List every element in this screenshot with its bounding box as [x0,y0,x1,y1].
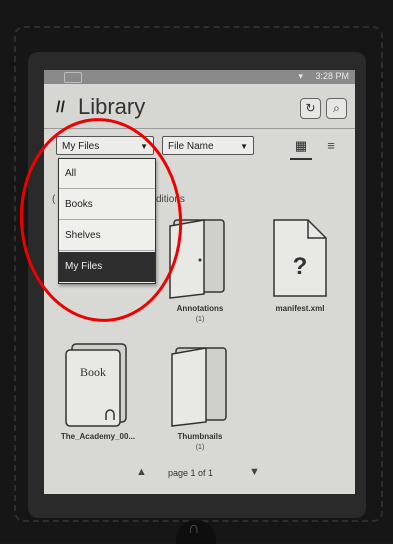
menu-item-my-files[interactable]: My Files [59,252,155,282]
battery-icon [64,72,82,83]
file-item-label: The_Academy_00... [60,432,136,441]
page-title: Library [78,94,146,119]
refresh-button[interactable]: ↻ [300,98,321,119]
e-reader-screen: ▾ 3:28 PM // Library ↻ ⌕ My Files ▼ File… [44,70,355,494]
partially-hidden-text: ( [52,194,56,205]
status-bar: ▾ 3:28 PM [44,70,355,84]
filter-dropdown[interactable]: My Files ▼ [56,136,154,155]
search-icon: ⌕ [333,101,340,115]
wifi-icon: ▾ [298,71,303,81]
file-item-label: Thumbnails [177,432,223,441]
question-mark-glyph: ? [293,253,308,280]
home-icon: ∩ [188,520,200,537]
status-time: 3:28 PM [315,71,349,81]
refresh-icon: ↻ [305,101,316,115]
folder-icon [171,347,227,427]
search-button[interactable]: ⌕ [326,98,347,119]
page-up-icon[interactable]: ▲ [136,466,147,478]
file-item-count: (1) [195,444,205,451]
book-icon: Book [65,343,127,427]
library-logo-icon: // [56,99,65,116]
page-indicator: page 1 of 1 [168,468,214,478]
page-down-icon[interactable]: ▼ [249,466,260,478]
partially-hidden-text: ditions [156,194,185,205]
chevron-down-icon: ▼ [140,142,148,151]
unknown-file-icon: ? [273,219,327,297]
menu-item-books[interactable]: Books [59,190,155,220]
folder-icon [169,219,225,299]
library-toolbar: My Files ▼ File Name ▼ ▦ ≡ [44,128,355,162]
filter-dropdown-menu: All Books Shelves My Files [58,158,156,284]
book-cover-title: Book [80,365,106,379]
grid-view-button[interactable]: ▦ [290,134,312,160]
sort-dropdown-label: File Name [168,141,214,152]
pager: ▲ page 1 of 1 ▼ [44,462,355,486]
file-item-label: Annotations [176,304,224,313]
list-view-button[interactable]: ≡ [320,134,342,158]
library-header: // Library ↻ ⌕ [44,84,355,129]
sort-dropdown[interactable]: File Name ▼ [162,136,254,155]
file-item-count: (1) [195,316,205,323]
menu-item-all[interactable]: All [59,159,155,189]
file-item-label: manifest.xml [275,304,325,313]
filter-dropdown-label: My Files [62,141,100,152]
chevron-down-icon: ▼ [240,142,248,151]
menu-item-shelves[interactable]: Shelves [59,221,155,251]
